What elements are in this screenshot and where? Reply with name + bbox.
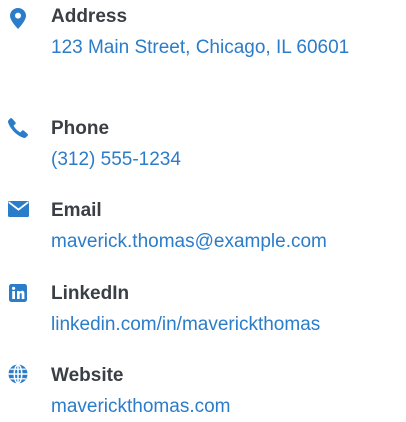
website-label: Website [51,365,124,386]
email-link[interactable]: maverick.thomas@example.com [51,227,391,257]
phone-icon [7,117,29,139]
envelope-icon [7,198,29,220]
linkedin-label: LinkedIn [51,283,130,304]
phone-link[interactable]: (312) 555-1234 [51,145,391,175]
phone-label: Phone [51,118,110,139]
email-label: Email [51,200,102,221]
globe-icon [7,363,29,385]
address-label: Address [51,6,128,27]
map-pin-icon [7,7,29,29]
linkedin-icon [7,282,29,304]
address-value: 123 Main Street, Chicago, IL 60601 [51,37,350,58]
linkedin-link[interactable]: linkedin.com/in/maverickthomas [51,310,391,340]
